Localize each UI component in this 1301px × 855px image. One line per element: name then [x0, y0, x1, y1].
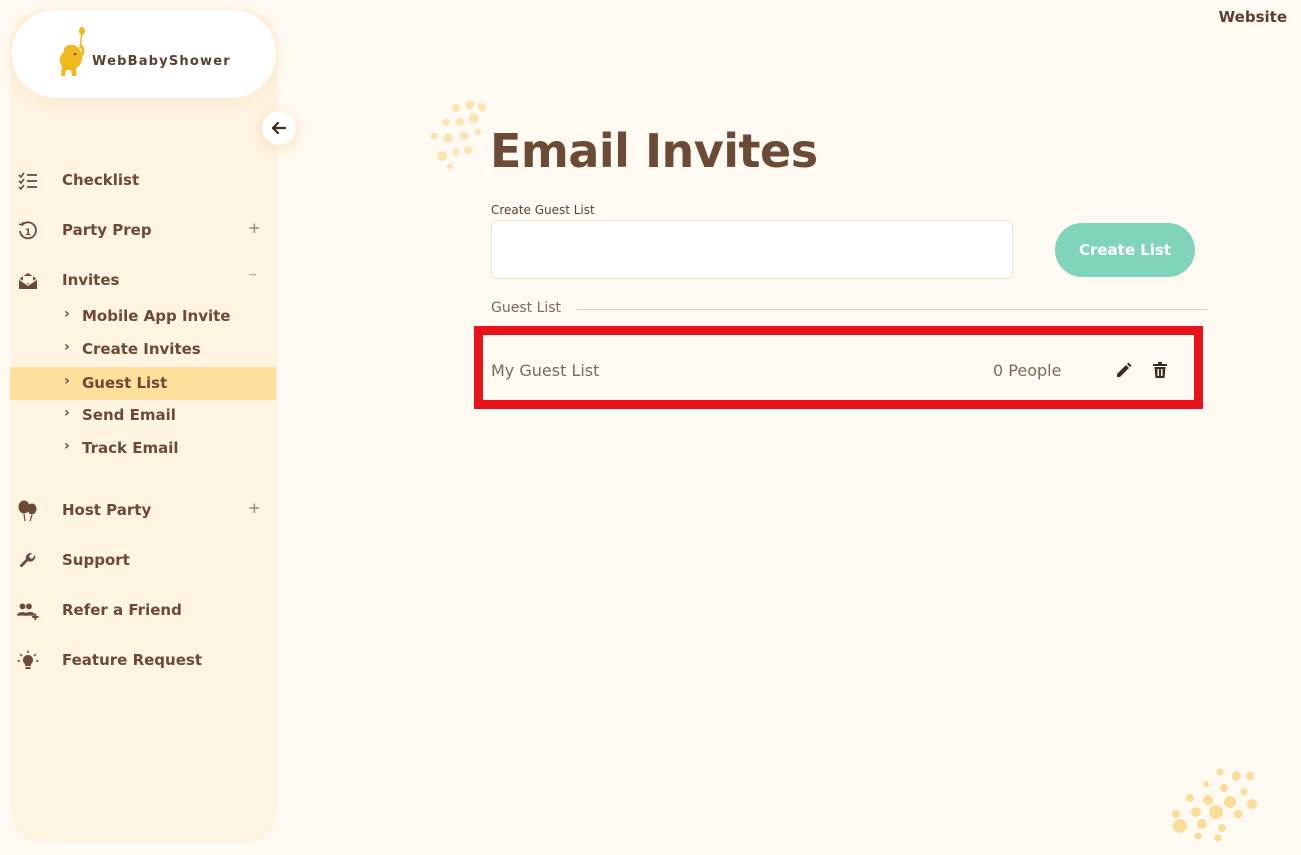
svg-text:1: 1 [25, 228, 31, 238]
sidebar-collapse-button[interactable] [262, 111, 296, 145]
sidebar-item-checklist[interactable]: Checklist [10, 160, 278, 200]
sidebar-subitem-label: Track Email [82, 439, 179, 457]
guest-list-name[interactable]: My Guest List [491, 361, 599, 380]
website-link[interactable]: Website [1219, 8, 1287, 26]
sidebar-item-feature-request[interactable]: Feature Request [10, 640, 278, 680]
sidebar-item-label: Support [62, 551, 130, 569]
sidebar-subitem-track-email[interactable]: › Track Email [10, 432, 276, 465]
create-list-button[interactable]: Create List [1055, 223, 1195, 277]
chevron-right-icon: › [64, 306, 70, 322]
guest-list-count: 0 People [993, 361, 1062, 380]
wrench-icon [17, 550, 39, 572]
chevron-right-icon: › [64, 405, 70, 421]
lightbulb-icon [17, 650, 39, 672]
decorative-dots-icon [1172, 768, 1257, 842]
sidebar-subitem-label: Create Invites [82, 340, 201, 358]
sidebar-item-support[interactable]: Support [10, 540, 278, 580]
envelope-open-icon [17, 270, 39, 292]
sidebar-subitem-guest-list[interactable]: › Guest List [10, 367, 276, 400]
expand-toggle[interactable]: + [248, 219, 261, 237]
sidebar: WebBabyShower Checklist 1 Party Prep + I… [10, 10, 296, 842]
history-icon: 1 [17, 220, 39, 242]
brand-name: WebBabyShower [92, 54, 231, 69]
checklist-icon [17, 170, 39, 192]
brand-logo-card[interactable]: WebBabyShower [12, 10, 276, 98]
sidebar-item-label: Party Prep [62, 221, 152, 239]
sidebar-item-label: Host Party [62, 501, 152, 519]
sidebar-item-label: Feature Request [62, 651, 202, 669]
sidebar-item-label: Refer a Friend [62, 601, 182, 619]
chevron-right-icon: › [64, 373, 70, 389]
chevron-right-icon: › [64, 438, 70, 454]
sidebar-subitem-label: Mobile App Invite [82, 307, 231, 325]
sidebar-subitem-label: Send Email [82, 406, 176, 424]
sidebar-item-host-party[interactable]: Host Party + [10, 490, 278, 530]
sidebar-subitem-send-email[interactable]: › Send Email [10, 399, 276, 432]
page-title: Email Invites [490, 124, 818, 178]
sidebar-item-label: Checklist [62, 171, 140, 189]
collapse-toggle[interactable]: − [248, 268, 257, 281]
expand-toggle[interactable]: + [248, 499, 261, 517]
chevron-right-icon: › [64, 339, 70, 355]
sidebar-item-invites[interactable]: Invites − [10, 260, 278, 300]
arrow-left-icon [272, 122, 286, 134]
sidebar-item-party-prep[interactable]: 1 Party Prep + [10, 210, 278, 250]
add-people-icon [17, 600, 39, 622]
sidebar-item-label: Invites [62, 271, 120, 289]
sidebar-subitem-label: Guest List [82, 374, 168, 392]
sidebar-subitem-create-invites[interactable]: › Create Invites [10, 333, 276, 366]
guest-list-row[interactable]: My Guest List 0 People [474, 326, 1203, 409]
create-guest-list-label: Create Guest List [491, 203, 595, 217]
pencil-icon[interactable] [1115, 361, 1133, 379]
guest-list-section-label: Guest List [491, 300, 562, 316]
create-guest-list-input[interactable] [491, 220, 1013, 279]
section-divider [577, 309, 1207, 310]
sidebar-subitem-mobile-app-invite[interactable]: › Mobile App Invite [10, 300, 276, 333]
balloons-icon [17, 500, 39, 522]
trash-icon[interactable] [1151, 361, 1169, 379]
sidebar-item-refer-a-friend[interactable]: Refer a Friend [10, 590, 278, 630]
elephant-balloon-logo-icon [59, 27, 85, 76]
